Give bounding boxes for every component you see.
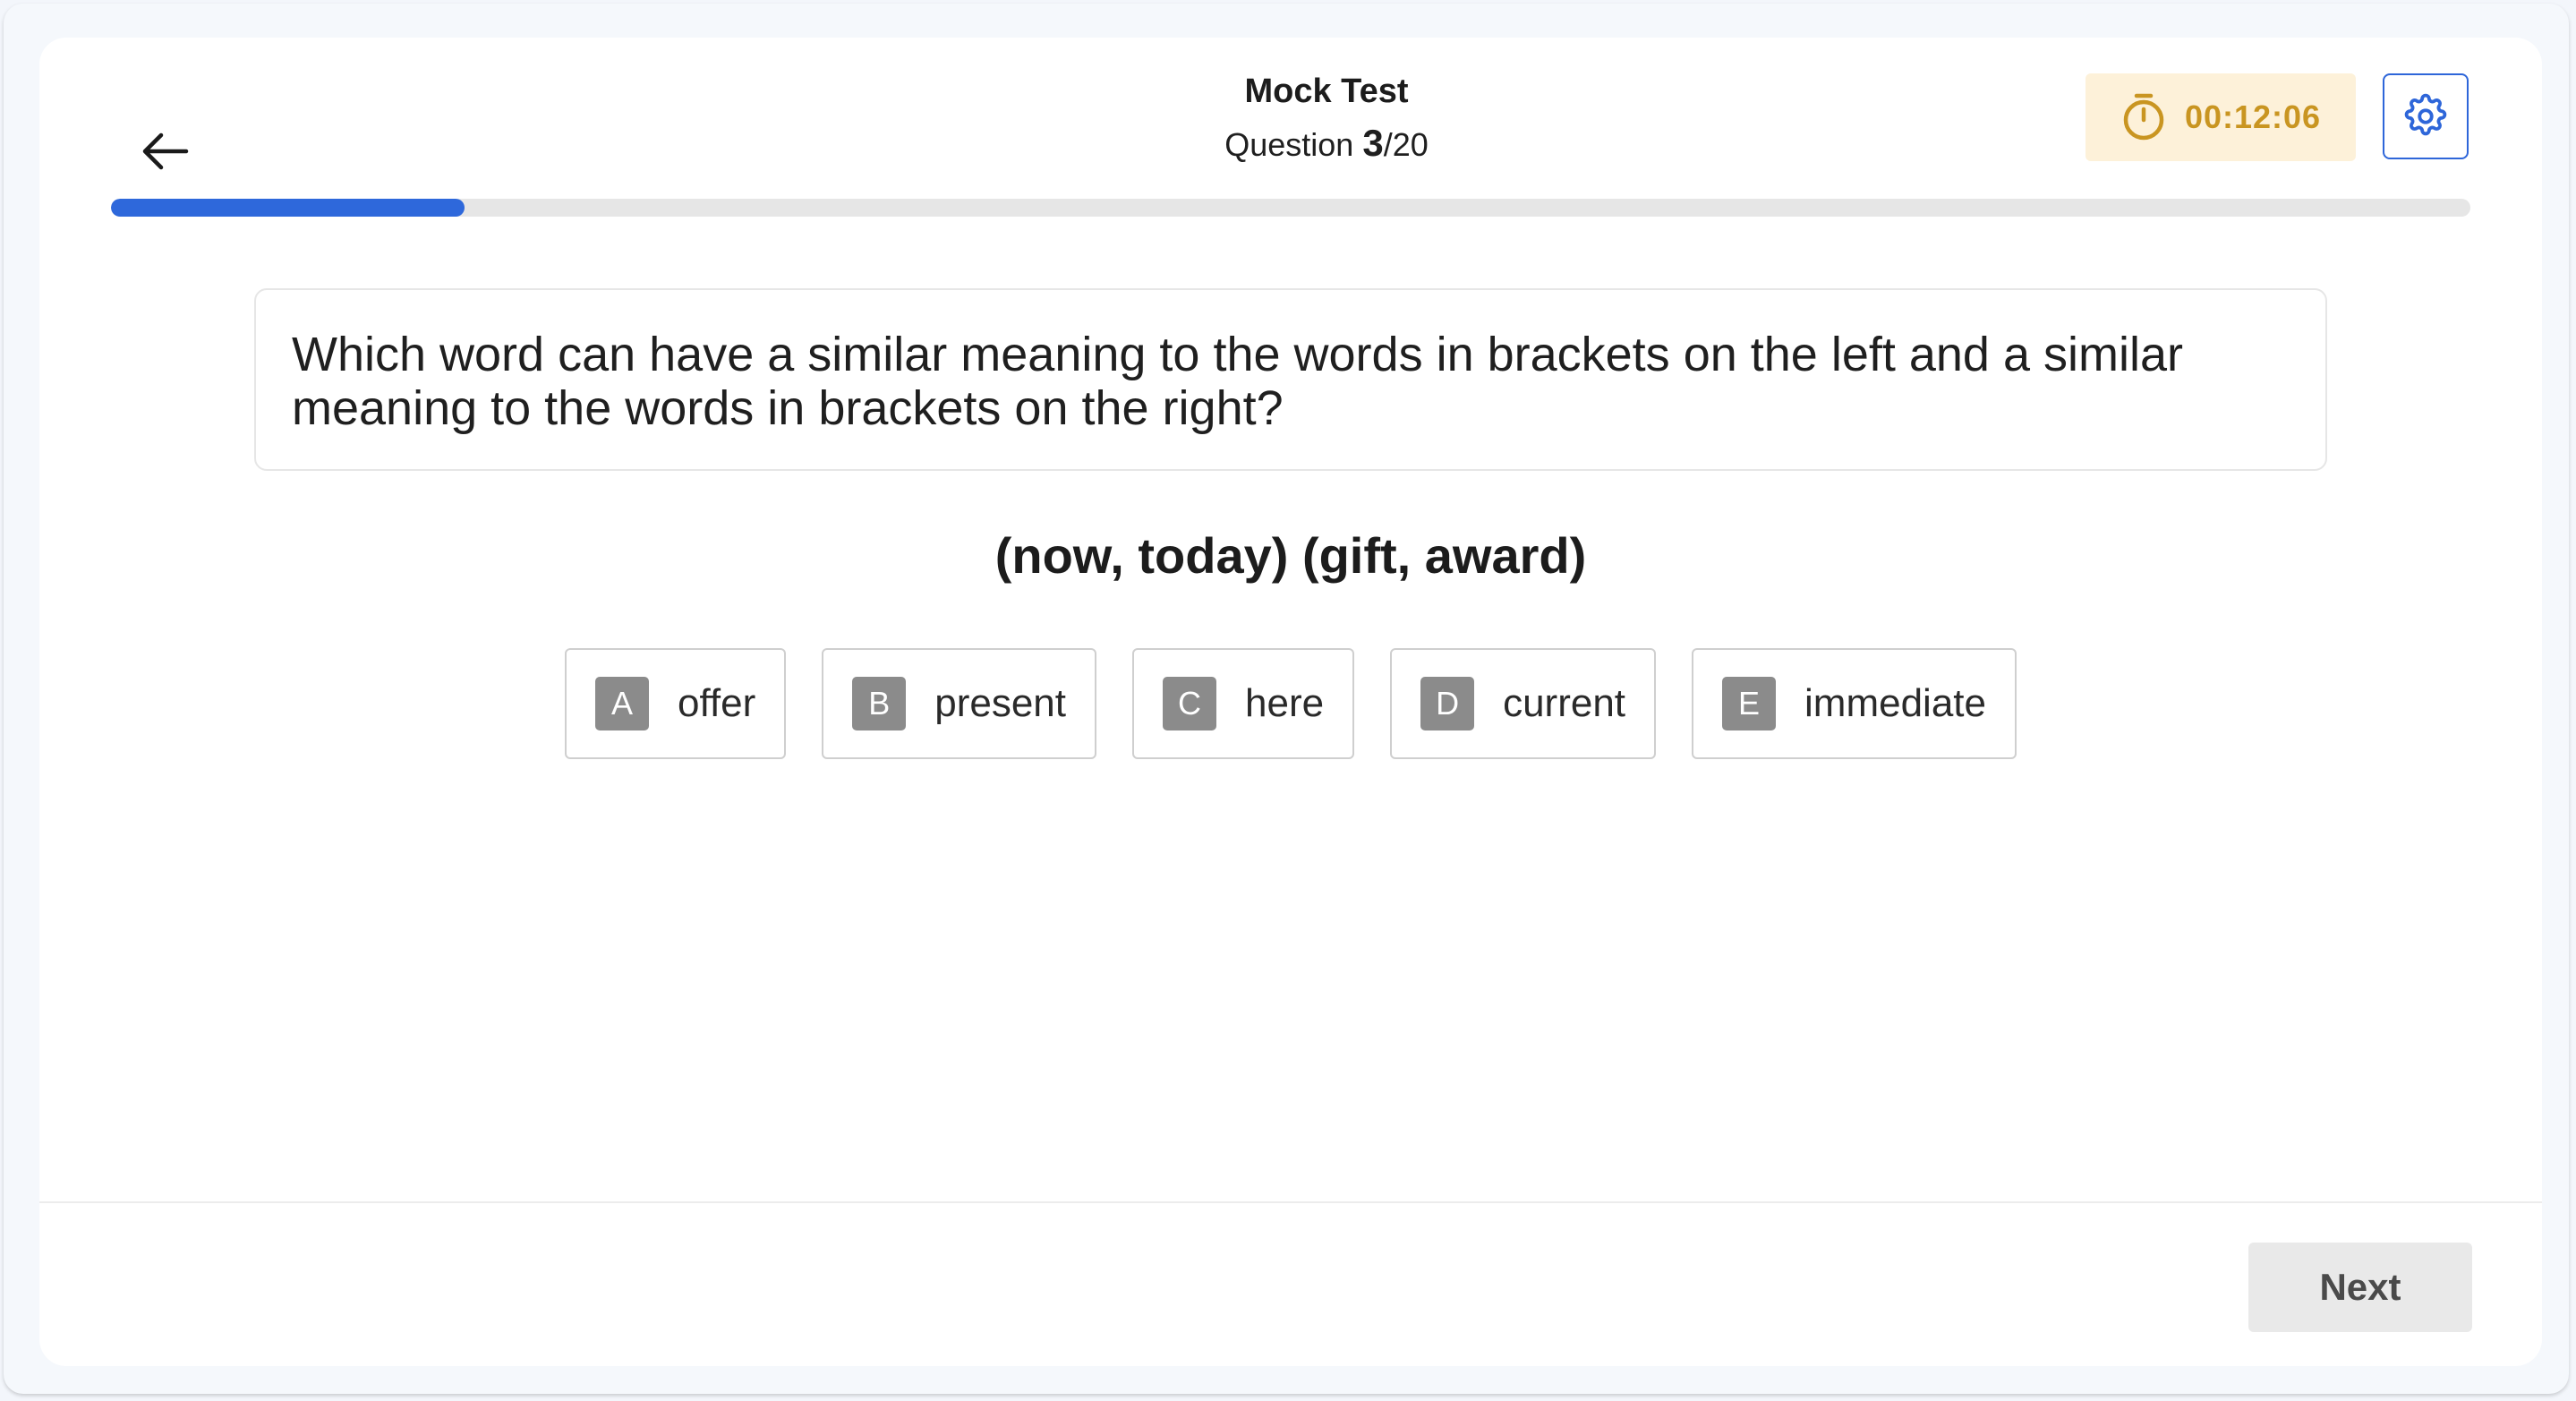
progress-bar [111, 199, 2470, 217]
option-letter-badge: C [1163, 677, 1216, 730]
timer-value: 00:12:06 [2184, 98, 2322, 135]
app-frame: Mock Test Question 3/20 00:12:06 Which w… [4, 4, 2569, 1394]
total-questions: /20 [1383, 126, 1429, 163]
option-d[interactable]: D current [1390, 648, 1657, 759]
progress-bar-fill [111, 199, 465, 217]
question-counter: Question 3/20 [968, 124, 1685, 165]
current-question-number: 3 [1362, 122, 1384, 164]
option-letter-badge: A [594, 677, 649, 730]
option-label: current [1503, 681, 1626, 725]
option-e[interactable]: E immediate [1692, 648, 2017, 759]
option-letter-badge: B [852, 677, 907, 730]
option-label: immediate [1804, 681, 1986, 725]
settings-button[interactable] [2383, 73, 2469, 159]
option-letter-badge: D [1420, 677, 1475, 730]
next-button[interactable]: Next [2248, 1243, 2472, 1332]
question-prompt: (now, today) (gift, award) [994, 527, 1587, 584]
header: Mock Test Question 3/20 [968, 70, 1685, 165]
gear-icon [2404, 93, 2447, 136]
option-c[interactable]: C here [1132, 648, 1355, 759]
option-b[interactable]: B present [822, 648, 1096, 759]
stopwatch-icon [2123, 93, 2164, 141]
option-letter-badge: E [1722, 677, 1777, 730]
footer-divider [39, 1201, 2542, 1203]
quiz-card: Mock Test Question 3/20 00:12:06 Which w… [39, 38, 2542, 1366]
option-a[interactable]: A offer [564, 648, 787, 759]
question-label: Question [1224, 126, 1354, 163]
back-button[interactable] [129, 118, 200, 184]
option-label: here [1245, 681, 1325, 725]
arrow-left-icon [142, 132, 189, 170]
option-label: offer [677, 681, 756, 725]
option-label: present [934, 681, 1066, 725]
timer: 00:12:06 [2086, 73, 2356, 161]
answer-options: A offer B present C here D current E imm… [39, 648, 2542, 759]
page-title: Mock Test [1244, 73, 1409, 110]
question-text: Which word can have a similar meaning to… [254, 288, 2327, 471]
